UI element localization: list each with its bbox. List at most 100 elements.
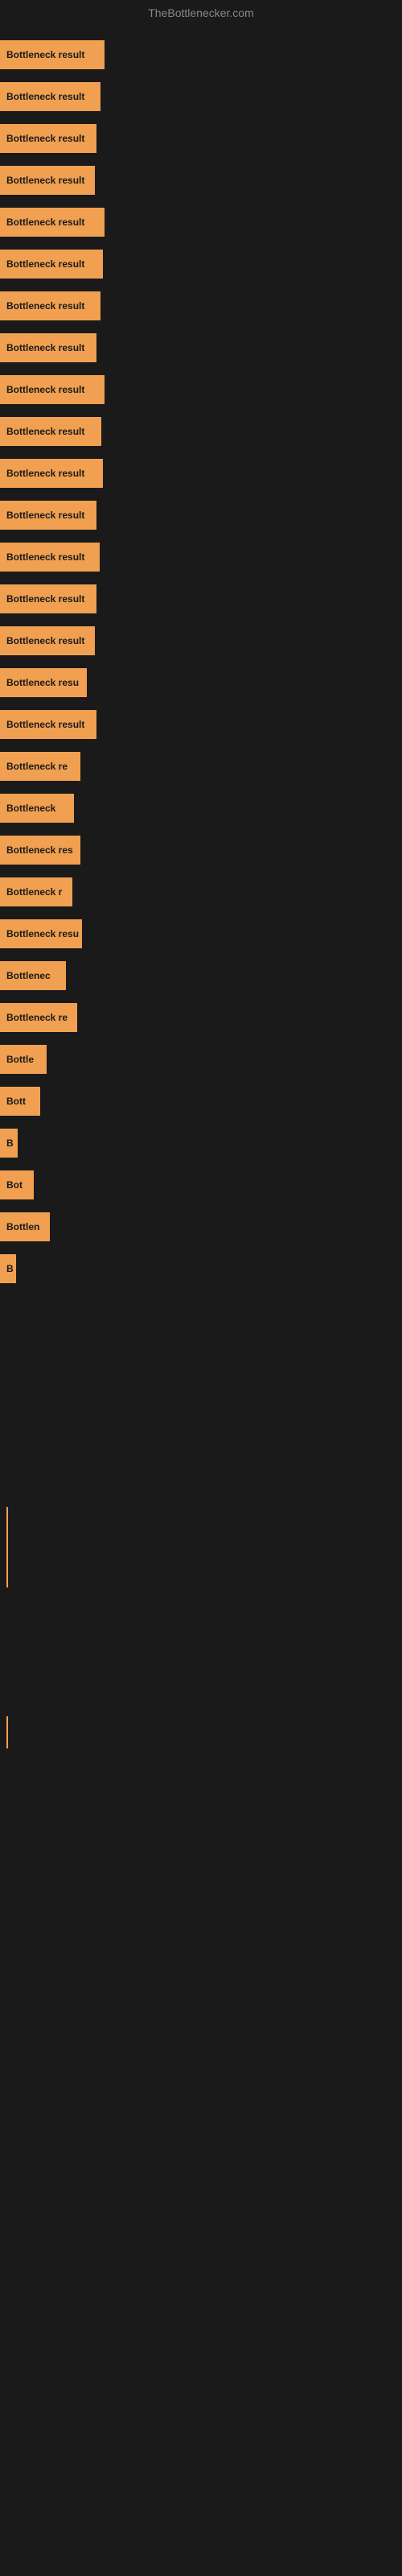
bottleneck-bar: Bottleneck result bbox=[0, 333, 96, 362]
bar-row: Bottleneck result bbox=[0, 243, 402, 285]
bottleneck-bar: Bot bbox=[0, 1170, 34, 1199]
small-bar-indicator bbox=[6, 1716, 8, 1748]
bar-label: Bottleneck result bbox=[6, 300, 84, 312]
bar-row: Bottleneck bbox=[0, 787, 402, 829]
bar-row: Bottleneck re bbox=[0, 997, 402, 1038]
bottleneck-bar: Bottleneck result bbox=[0, 375, 105, 404]
spacer-row bbox=[0, 1298, 402, 1402]
bar-label: Bottleneck result bbox=[6, 217, 84, 228]
bar-label: Bottleneck result bbox=[6, 635, 84, 646]
bottleneck-bar: Bottleneck result bbox=[0, 501, 96, 530]
bar-row: Bottleneck result bbox=[0, 578, 402, 620]
bar-row: Bottleneck result bbox=[0, 76, 402, 118]
bottleneck-bar: Bottleneck result bbox=[0, 584, 96, 613]
bar-row: Bottleneck res bbox=[0, 829, 402, 871]
bottleneck-bar: Bottleneck bbox=[0, 794, 74, 823]
bars-container: Bottleneck result Bottleneck result Bottle… bbox=[0, 26, 402, 1298]
bar-label: Bottleneck bbox=[6, 803, 55, 814]
bottleneck-bar: Bottleneck result bbox=[0, 166, 95, 195]
bar-row: Bottleneck resu bbox=[0, 662, 402, 704]
bottleneck-bar: Bottle bbox=[0, 1045, 47, 1074]
bar-label: Bottleneck result bbox=[6, 49, 84, 60]
bar-row: Bottleneck result bbox=[0, 369, 402, 411]
bar-label: Bottleneck result bbox=[6, 510, 84, 521]
bottleneck-bar: Bottleneck result bbox=[0, 417, 101, 446]
bar-label: Bottleneck result bbox=[6, 468, 84, 479]
bottleneck-bar: Bottleneck result bbox=[0, 40, 105, 69]
bottleneck-bar: Bottleneck r bbox=[0, 877, 72, 906]
bar-row: Bottleneck result bbox=[0, 285, 402, 327]
bar-label: Bottleneck result bbox=[6, 384, 84, 395]
bar-row: Bottleneck result bbox=[0, 201, 402, 243]
bar-label: B bbox=[6, 1263, 14, 1274]
spacer-row bbox=[0, 1587, 402, 1692]
site-title: TheBottlenecker.com bbox=[0, 0, 402, 26]
bar-label: Bottleneck result bbox=[6, 342, 84, 353]
bar-row: Bottlen bbox=[0, 1206, 402, 1248]
bar-row: Bottleneck resu bbox=[0, 913, 402, 955]
bottleneck-bar: Bottleneck result bbox=[0, 82, 100, 111]
bar-label: Bottle bbox=[6, 1054, 34, 1065]
bottleneck-bar: Bottleneck resu bbox=[0, 919, 82, 948]
bar-label: Bottlenec bbox=[6, 970, 51, 981]
bar-label: Bottleneck r bbox=[6, 886, 62, 898]
bar-label: Bottleneck result bbox=[6, 551, 84, 563]
bottleneck-bar: Bottleneck resu bbox=[0, 668, 87, 697]
bottleneck-bar: Bottleneck re bbox=[0, 1003, 77, 1032]
bar-row: Bottleneck re bbox=[0, 745, 402, 787]
bar-label: Bottleneck res bbox=[6, 844, 73, 856]
bar-label: Bottlen bbox=[6, 1221, 39, 1232]
bar-label: Bottleneck result bbox=[6, 593, 84, 605]
bar-label: Bottleneck re bbox=[6, 761, 68, 772]
vertical-bar-indicator bbox=[6, 1507, 8, 1587]
bottleneck-bar: Bottleneck result bbox=[0, 459, 103, 488]
bottleneck-bar: Bottleneck result bbox=[0, 250, 103, 279]
bar-row: Bottleneck result bbox=[0, 452, 402, 494]
bottleneck-bar: Bottlen bbox=[0, 1212, 50, 1241]
bar-row: Bottleneck result bbox=[0, 620, 402, 662]
bar-row: Bot bbox=[0, 1164, 402, 1206]
bar-row: Bottleneck result bbox=[0, 327, 402, 369]
spacer-row bbox=[0, 1507, 402, 1587]
bar-label: Bottleneck resu bbox=[6, 677, 79, 688]
bar-row: Bottlenec bbox=[0, 955, 402, 997]
bar-row: Bottleneck result bbox=[0, 494, 402, 536]
bar-label: Bottleneck result bbox=[6, 175, 84, 186]
bar-label: Bottleneck result bbox=[6, 719, 84, 730]
bar-row: Bottleneck result bbox=[0, 704, 402, 745]
bar-label: Bottleneck result bbox=[6, 91, 84, 102]
bar-label: Bot bbox=[6, 1179, 23, 1191]
bar-row: B bbox=[0, 1248, 402, 1290]
spacer-row bbox=[0, 1692, 402, 1757]
bottleneck-bar: Bottleneck re bbox=[0, 752, 80, 781]
bottleneck-bar: Bottleneck result bbox=[0, 124, 96, 153]
bar-label: Bottleneck re bbox=[6, 1012, 68, 1023]
bottleneck-bar: Bottlenec bbox=[0, 961, 66, 990]
bar-label: Bott bbox=[6, 1096, 26, 1107]
spacers-container bbox=[0, 1298, 402, 1757]
bar-label: Bottleneck result bbox=[6, 258, 84, 270]
bottleneck-bar: Bottleneck result bbox=[0, 626, 95, 655]
spacer-row bbox=[0, 1402, 402, 1507]
bar-row: Bottleneck result bbox=[0, 536, 402, 578]
bar-row: Bottleneck result bbox=[0, 118, 402, 159]
bar-row: Bottleneck result bbox=[0, 159, 402, 201]
bottleneck-bar: Bottleneck res bbox=[0, 836, 80, 865]
bar-row: Bottleneck result bbox=[0, 34, 402, 76]
bottleneck-bar: Bottleneck result bbox=[0, 291, 100, 320]
bar-row: B bbox=[0, 1122, 402, 1164]
bottleneck-bar: Bott bbox=[0, 1087, 40, 1116]
bottleneck-bar: Bottleneck result bbox=[0, 208, 105, 237]
bar-label: Bottleneck resu bbox=[6, 928, 79, 939]
bottleneck-bar: B bbox=[0, 1129, 18, 1158]
bottleneck-bar: B bbox=[0, 1254, 16, 1283]
bottleneck-bar: Bottleneck result bbox=[0, 543, 100, 572]
bottleneck-bar: Bottleneck result bbox=[0, 710, 96, 739]
bar-row: Bott bbox=[0, 1080, 402, 1122]
bar-label: B bbox=[6, 1137, 14, 1149]
bar-row: Bottle bbox=[0, 1038, 402, 1080]
bar-label: Bottleneck result bbox=[6, 426, 84, 437]
bar-row: Bottleneck result bbox=[0, 411, 402, 452]
bar-label: Bottleneck result bbox=[6, 133, 84, 144]
bar-row: Bottleneck r bbox=[0, 871, 402, 913]
